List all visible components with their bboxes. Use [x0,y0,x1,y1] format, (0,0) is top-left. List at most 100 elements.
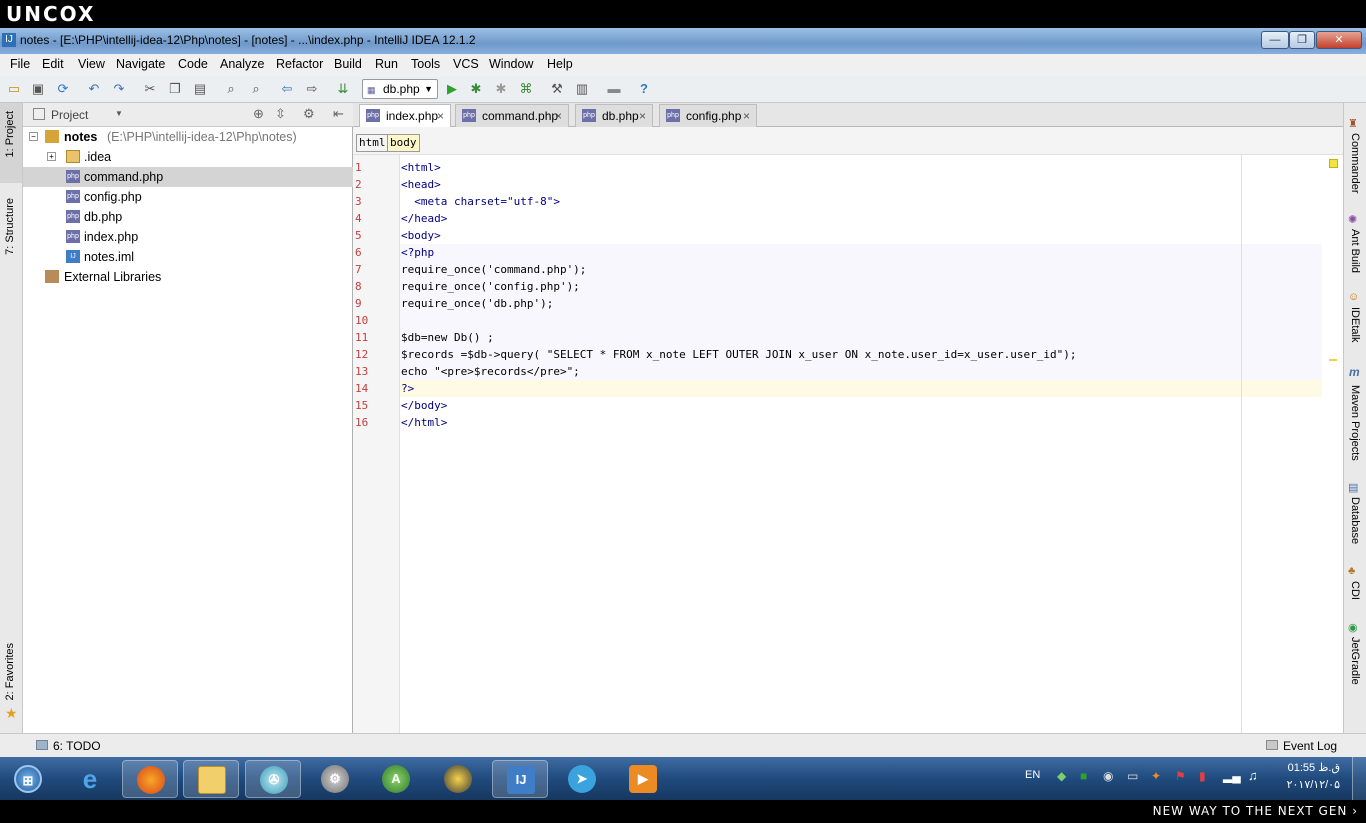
tree-item-notes-iml[interactable]: IJ notes.iml [23,247,353,267]
menu-window[interactable]: Window [489,57,533,71]
tray-network-icon[interactable]: ◆ [1057,769,1066,783]
tray-flag-icon[interactable]: ⚑ [1175,769,1186,783]
close-button[interactable]: ✕ [1316,31,1362,49]
tree-item-index-php[interactable]: php index.php [23,227,353,247]
menu-run[interactable]: Run [375,57,398,71]
chevron-down-icon[interactable]: ▼ [115,109,123,118]
tool-tab-maven-projects[interactable]: Maven Projects [1349,385,1361,461]
tray-monitor-icon[interactable]: ▭ [1127,769,1138,783]
tool-tab-cdi[interactable]: CDI [1349,581,1361,600]
tab-db-php[interactable]: php db.php × [575,104,653,127]
taskbar-firefox[interactable] [122,760,178,798]
forward-icon[interactable]: ⇨ [304,81,320,97]
paste-icon[interactable]: ▤ [192,81,208,97]
minimize-button[interactable]: — [1261,31,1289,49]
redo-icon[interactable]: ↷ [111,81,127,97]
undo-icon[interactable]: ↶ [86,81,102,97]
taskbar-video-player[interactable]: ▶ [615,760,671,798]
scrollbar-marker[interactable] [1329,359,1337,361]
tool-tab-ant-build[interactable]: Ant Build [1349,229,1361,273]
menu-navigate[interactable]: Navigate [116,57,165,71]
vcs-icon[interactable]: ▬ [606,81,622,97]
project-structure-icon[interactable]: ▥ [574,81,590,97]
taskbar-telegram[interactable]: ➤ [554,760,610,798]
maximize-button[interactable]: ❐ [1289,31,1315,49]
tree-item-idea[interactable]: + .idea [23,147,353,167]
save-icon[interactable]: ▣ [30,81,46,97]
menu-help[interactable]: Help [547,57,573,71]
tree-item-command-php[interactable]: php command.php [23,167,353,187]
taskbar-tool[interactable]: ⚙ [307,760,363,798]
expand-icon[interactable]: + [47,152,56,161]
profile-icon[interactable]: ⌘ [518,81,534,97]
run-configuration-select[interactable]: ▦ db.php ▼ [362,79,438,99]
tool-tab-idetalk[interactable]: IDEtalk [1349,307,1361,342]
code-editor[interactable]: <html> <head> <meta charset="utf-8"> </h… [400,155,1322,733]
todo-tab[interactable]: 6: TODO [53,739,101,753]
taskbar-media-player[interactable]: ✇ [245,760,301,798]
show-desktop-button[interactable] [1352,757,1366,800]
tool-tab-jetgradle[interactable]: JetGradle [1349,637,1361,685]
tree-root-notes[interactable]: − notes (E:\PHP\intellij-idea-12\Php\not… [23,127,353,147]
tool-tab-project[interactable]: 1: Project [4,111,16,157]
copy-icon[interactable]: ❐ [167,81,183,97]
tab-config-php[interactable]: php config.php × [659,104,757,127]
tray-app-icon[interactable]: ◉ [1103,769,1113,783]
hide-panel-icon[interactable]: ⇤ [333,106,344,122]
make-project-icon[interactable]: ⇊ [335,81,351,97]
tree-item-external-libraries[interactable]: External Libraries [23,267,353,287]
menu-view[interactable]: View [78,57,105,71]
tray-power-icon[interactable]: ▮ [1199,769,1206,783]
close-tab-icon[interactable]: × [437,105,444,127]
start-button[interactable]: ⊞ [0,760,56,798]
replace-icon[interactable]: ⌕ [248,81,264,97]
menu-edit[interactable]: Edit [42,57,64,71]
menu-analyze[interactable]: Analyze [220,57,264,71]
locate-icon[interactable]: ⊕ [253,106,264,122]
tab-index-php[interactable]: php index.php × [359,104,451,128]
taskbar-explorer[interactable] [183,760,239,798]
coverage-icon[interactable]: ✱ [493,81,509,97]
close-tab-icon[interactable]: × [555,105,562,127]
tree-item-config-php[interactable]: php config.php [23,187,353,207]
run-icon[interactable]: ▶ [444,81,460,97]
tree-item-db-php[interactable]: php db.php [23,207,353,227]
sync-icon[interactable]: ⟳ [55,81,71,97]
taskbar-android-studio[interactable]: A [368,760,424,798]
debug-icon[interactable]: ✱ [468,81,484,97]
collapse-icon[interactable]: − [29,132,38,141]
project-view-label[interactable]: Project [51,108,88,122]
tray-signal-icon[interactable]: ▂▄ [1223,769,1241,783]
tool-tab-database[interactable]: Database [1349,497,1361,544]
menu-refactor[interactable]: Refactor [276,57,323,71]
back-icon[interactable]: ⇦ [279,81,295,97]
tab-command-php[interactable]: php command.php × [455,104,569,127]
clock-time[interactable]: 01:55 ق.ظ [1280,761,1340,774]
menu-code[interactable]: Code [178,57,208,71]
breadcrumb-body[interactable]: body [387,134,420,152]
gear-icon[interactable]: ⚙ [303,106,315,122]
tray-volume-icon[interactable]: ♫ [1248,768,1258,783]
tool-tab-structure[interactable]: 7: Structure [4,198,16,255]
breadcrumb-html[interactable]: html [356,134,389,152]
find-icon[interactable]: ⌕ [223,81,239,97]
close-tab-icon[interactable]: × [743,105,750,127]
collapse-all-icon[interactable]: ⇳ [275,106,286,122]
settings-wrench-icon[interactable]: ⚒ [549,81,565,97]
taskbar-intellij[interactable]: IJ [492,760,548,798]
tool-tab-favorites[interactable]: 2: Favorites [4,643,16,700]
menu-build[interactable]: Build [334,57,362,71]
tray-shield-icon[interactable]: ■ [1080,769,1087,783]
open-folder-icon[interactable]: ▭ [6,81,22,97]
menu-vcs[interactable]: VCS [453,57,479,71]
menu-file[interactable]: File [10,57,30,71]
tray-avast-icon[interactable]: ✦ [1151,769,1161,783]
taskbar-app[interactable] [430,760,486,798]
taskbar-internet-explorer[interactable]: e [62,760,118,798]
event-log-tab[interactable]: Event Log [1283,739,1337,753]
tool-tab-commander[interactable]: Commander [1349,133,1361,194]
menu-tools[interactable]: Tools [411,57,440,71]
inspection-status-icon[interactable] [1329,159,1338,168]
cut-icon[interactable]: ✂ [142,81,158,97]
help-icon[interactable]: ? [636,81,652,97]
